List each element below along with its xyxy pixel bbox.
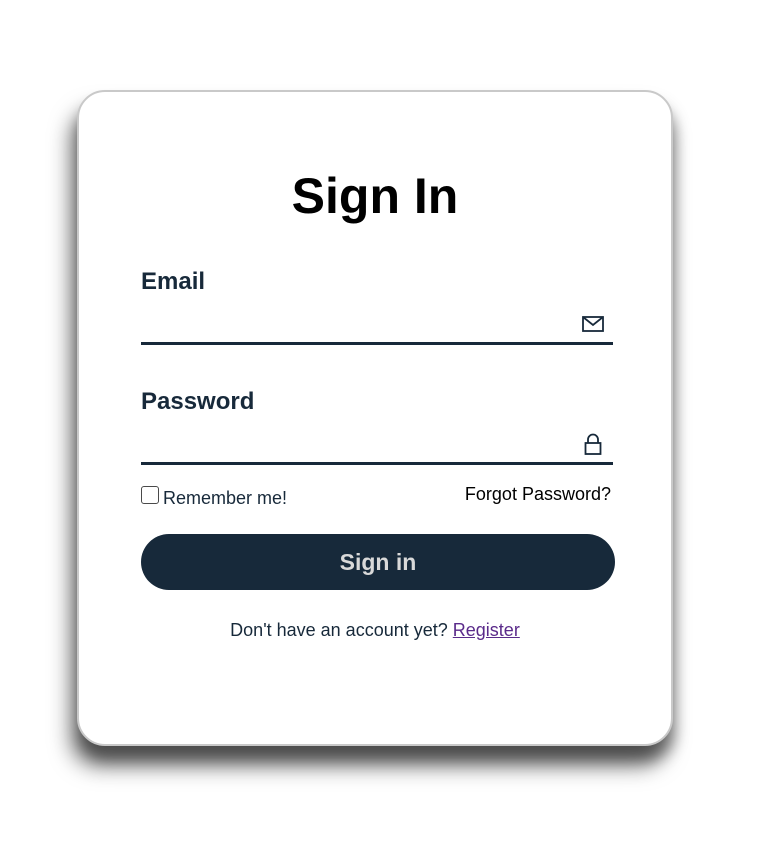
register-prompt-line: Don't have an account yet? Register: [79, 620, 671, 641]
register-link[interactable]: Register: [453, 620, 520, 640]
password-field[interactable]: [141, 422, 565, 460]
register-prompt: Don't have an account yet?: [230, 620, 448, 640]
sign-in-button[interactable]: Sign in: [141, 534, 615, 590]
email-field[interactable]: [141, 302, 565, 340]
email-label: Email: [141, 268, 206, 295]
remember-me-label: Remember me!: [163, 488, 288, 508]
email-field-wrapper: [141, 302, 613, 345]
mail-icon: [581, 312, 605, 336]
password-field-wrapper: [141, 422, 613, 465]
page-title: Sign In: [291, 168, 459, 224]
forgot-password-link[interactable]: Forgot Password?: [465, 484, 611, 505]
password-label: Password: [141, 388, 255, 415]
lock-icon: [581, 432, 605, 456]
login-card: Sign In Email Password Remember me! Forg…: [77, 90, 673, 746]
remember-me: Remember me!: [141, 485, 288, 509]
remember-me-checkbox[interactable]: [141, 485, 159, 504]
